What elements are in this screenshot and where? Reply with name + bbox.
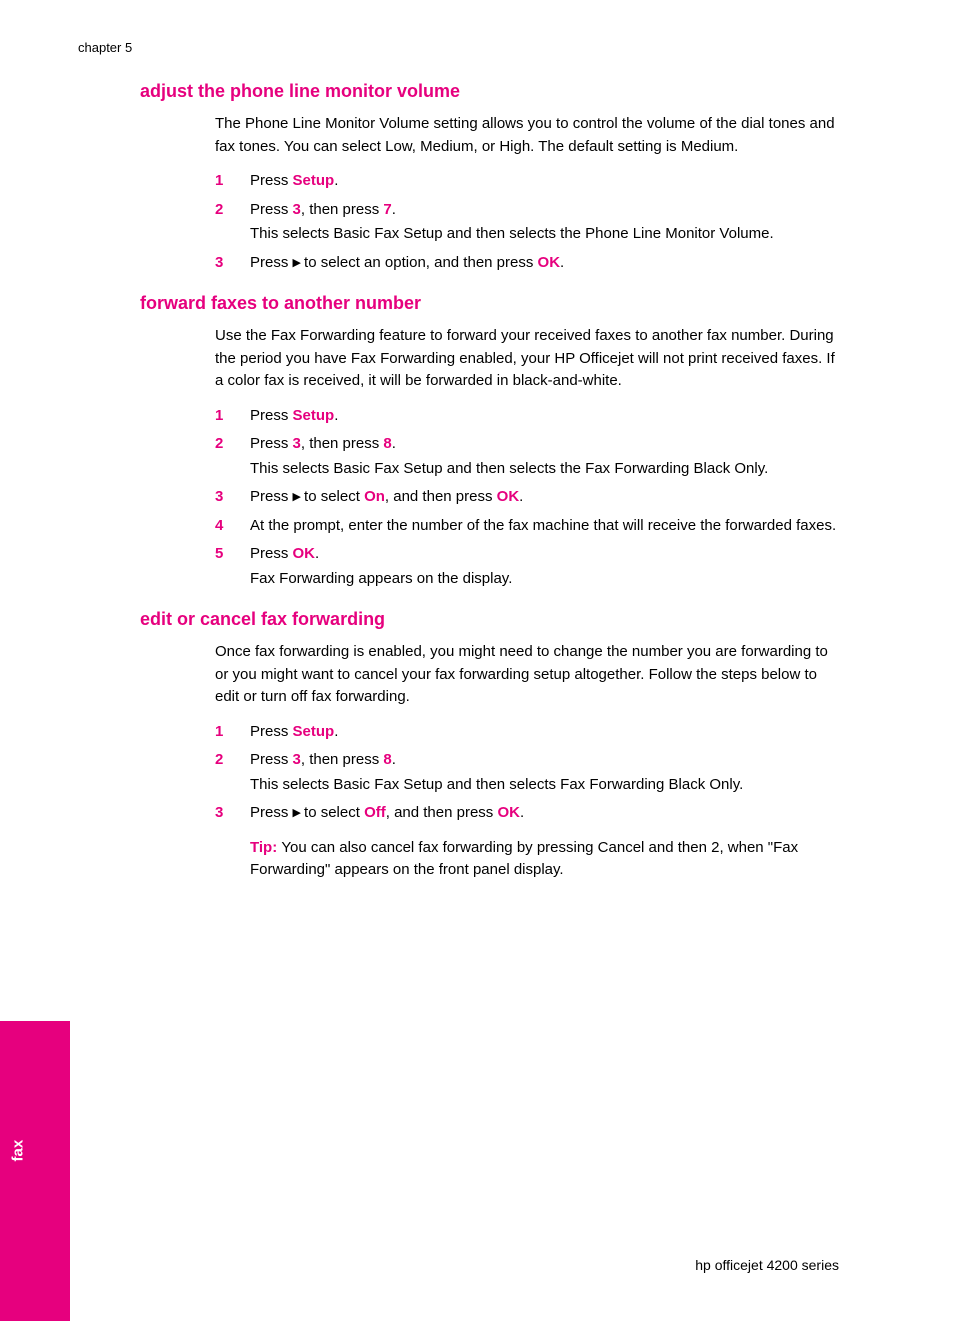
section-heading: adjust the phone line monitor volume bbox=[140, 78, 840, 105]
step-line: Press OK. bbox=[250, 543, 840, 566]
step-line: Press Setup. bbox=[250, 170, 840, 193]
section-intro: Use the Fax Forwarding feature to forwar… bbox=[215, 325, 840, 393]
right-arrow-icon: ▶ bbox=[293, 257, 305, 269]
footer-product: hp officejet 4200 series bbox=[695, 1255, 839, 1276]
step-item: 2Press 3, then press 7.This selects Basi… bbox=[215, 199, 840, 248]
keyword: OK bbox=[293, 545, 316, 562]
step-item: 3Press ▶ to select On, and then press OK… bbox=[215, 486, 840, 511]
side-tab: fax bbox=[0, 1021, 70, 1321]
right-arrow-icon: ▶ bbox=[293, 491, 305, 503]
step-body: Press 3, then press 8.This selects Basic… bbox=[250, 749, 840, 798]
step-body: Press ▶ to select an option, and then pr… bbox=[250, 252, 840, 277]
step-line: This selects Basic Fax Setup and then se… bbox=[250, 774, 840, 797]
step-line: At the prompt, enter the number of the f… bbox=[250, 515, 840, 538]
section-intro: The Phone Line Monitor Volume setting al… bbox=[215, 113, 840, 158]
step-item: 3Press ▶ to select an option, and then p… bbox=[215, 252, 840, 277]
steps-list: 1Press Setup.2Press 3, then press 7.This… bbox=[215, 170, 840, 276]
step-item: 2Press 3, then press 8.This selects Basi… bbox=[215, 749, 840, 798]
page-number: 62 bbox=[88, 1255, 104, 1276]
step-line: Press 3, then press 8. bbox=[250, 749, 840, 772]
step-item: 1Press Setup. bbox=[215, 721, 840, 746]
tip-label: Tip: bbox=[250, 839, 281, 856]
keyword: Setup bbox=[293, 407, 335, 424]
keyword: 3 bbox=[293, 201, 301, 218]
right-arrow-icon: ▶ bbox=[293, 807, 305, 819]
step-line: Press 3, then press 7. bbox=[250, 199, 840, 222]
step-item: 2Press 3, then press 8.This selects Basi… bbox=[215, 433, 840, 482]
step-number: 2 bbox=[215, 433, 250, 482]
step-number: 4 bbox=[215, 515, 250, 540]
step-line: This selects Basic Fax Setup and then se… bbox=[250, 458, 840, 481]
keyword: 8 bbox=[383, 751, 391, 768]
step-body: At the prompt, enter the number of the f… bbox=[250, 515, 840, 540]
step-line: Press Setup. bbox=[250, 405, 840, 428]
step-number: 3 bbox=[215, 486, 250, 511]
step-item: 1Press Setup. bbox=[215, 405, 840, 430]
step-number: 2 bbox=[215, 749, 250, 798]
tip-text: You can also cancel fax forwarding by pr… bbox=[250, 839, 798, 879]
step-item: 1Press Setup. bbox=[215, 170, 840, 195]
keyword: 3 bbox=[293, 751, 301, 768]
section-intro: Once fax forwarding is enabled, you migh… bbox=[215, 641, 840, 709]
keyword: Setup bbox=[293, 723, 335, 740]
step-body: Press OK.Fax Forwarding appears on the d… bbox=[250, 543, 840, 592]
keyword: Off bbox=[364, 804, 386, 821]
step-line: Press 3, then press 8. bbox=[250, 433, 840, 456]
step-line: This selects Basic Fax Setup and then se… bbox=[250, 223, 840, 246]
tip-block: Tip: You can also cancel fax forwarding … bbox=[250, 837, 810, 882]
step-number: 1 bbox=[215, 170, 250, 195]
step-body: Press 3, then press 8.This selects Basic… bbox=[250, 433, 840, 482]
step-body: Press 3, then press 7.This selects Basic… bbox=[250, 199, 840, 248]
step-item: 4At the prompt, enter the number of the … bbox=[215, 515, 840, 540]
step-body: Press ▶ to select On, and then press OK. bbox=[250, 486, 840, 511]
keyword: 3 bbox=[293, 435, 301, 452]
keyword: Setup bbox=[293, 172, 335, 189]
step-item: 3Press ▶ to select Off, and then press O… bbox=[215, 802, 840, 827]
chapter-label: chapter 5 bbox=[78, 38, 132, 58]
step-line: Fax Forwarding appears on the display. bbox=[250, 568, 840, 591]
steps-list: 1Press Setup.2Press 3, then press 8.This… bbox=[215, 721, 840, 827]
step-body: Press Setup. bbox=[250, 170, 840, 195]
keyword: 7 bbox=[383, 201, 391, 218]
page-content: adjust the phone line monitor volume The … bbox=[140, 64, 840, 882]
step-line: Press ▶ to select an option, and then pr… bbox=[250, 252, 840, 275]
step-number: 3 bbox=[215, 252, 250, 277]
keyword: OK bbox=[538, 254, 561, 271]
step-number: 5 bbox=[215, 543, 250, 592]
keyword: 8 bbox=[383, 435, 391, 452]
step-number: 1 bbox=[215, 405, 250, 430]
step-item: 5Press OK.Fax Forwarding appears on the … bbox=[215, 543, 840, 592]
step-line: Press ▶ to select Off, and then press OK… bbox=[250, 802, 840, 825]
step-number: 2 bbox=[215, 199, 250, 248]
step-body: Press Setup. bbox=[250, 405, 840, 430]
keyword: OK bbox=[497, 804, 520, 821]
steps-list: 1Press Setup.2Press 3, then press 8.This… bbox=[215, 405, 840, 593]
side-tab-label: fax bbox=[8, 1139, 31, 1161]
step-line: Press ▶ to select On, and then press OK. bbox=[250, 486, 840, 509]
keyword: OK bbox=[497, 488, 520, 505]
keyword: On bbox=[364, 488, 385, 505]
step-line: Press Setup. bbox=[250, 721, 840, 744]
section-heading: forward faxes to another number bbox=[140, 290, 840, 317]
step-number: 1 bbox=[215, 721, 250, 746]
step-number: 3 bbox=[215, 802, 250, 827]
section-heading: edit or cancel fax forwarding bbox=[140, 606, 840, 633]
step-body: Press ▶ to select Off, and then press OK… bbox=[250, 802, 840, 827]
step-body: Press Setup. bbox=[250, 721, 840, 746]
